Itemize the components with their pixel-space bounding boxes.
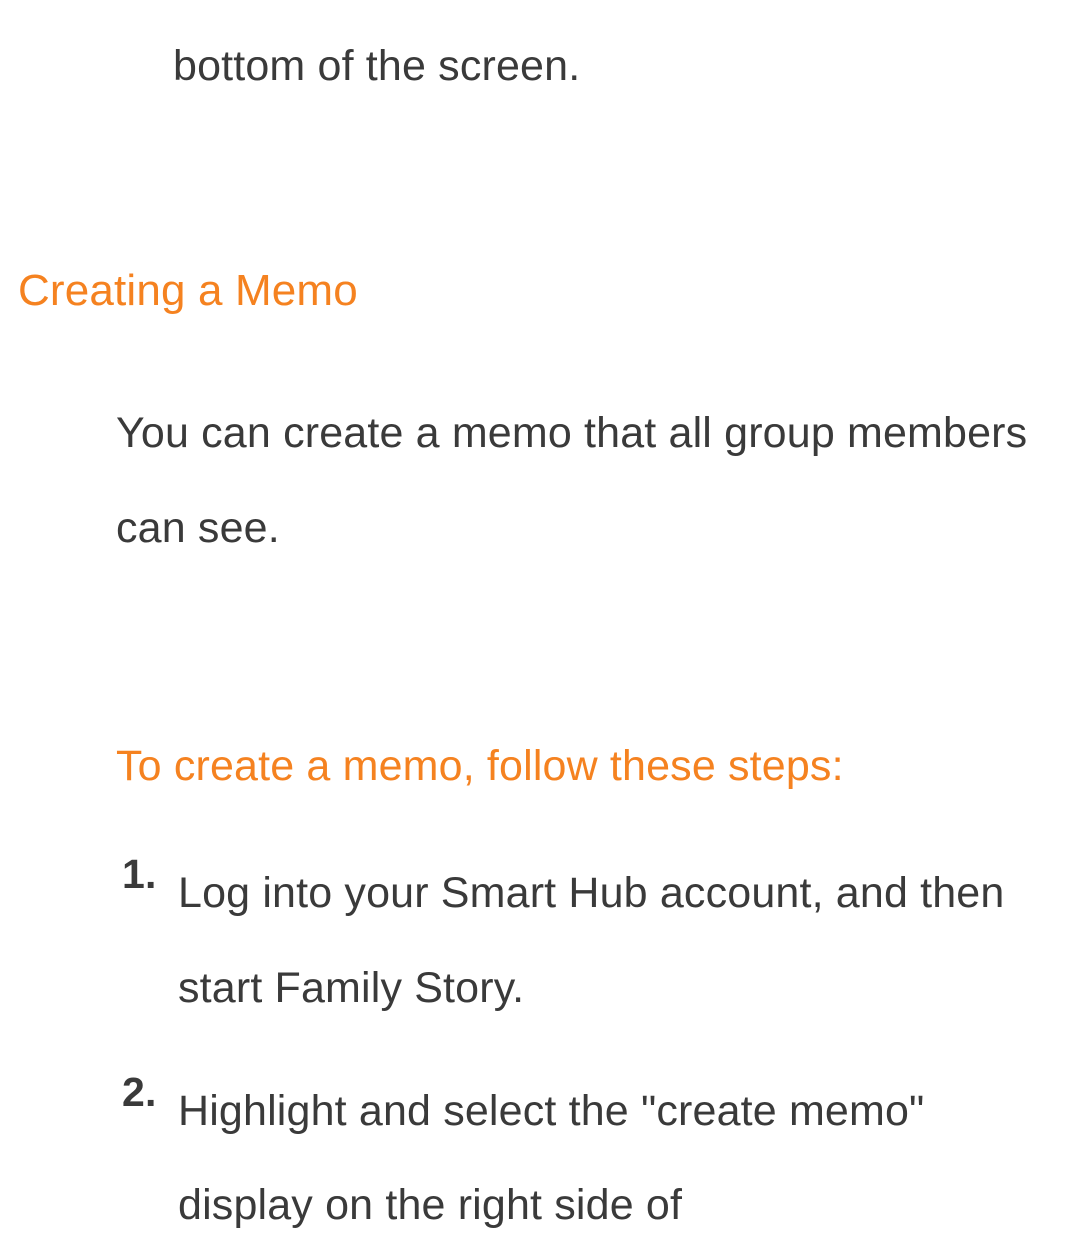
step-item: 1. Log into your Smart Hub account, and … [122,846,1040,1035]
step-number: 1. [122,846,164,903]
steps-list: 1. Log into your Smart Hub account, and … [122,846,1040,1252]
step-text: Log into your Smart Hub account, and the… [178,846,1040,1035]
step-item: 2. Highlight and select the "create memo… [122,1064,1040,1253]
section-subheading: To create a memo, follow these steps: [116,742,1080,791]
fragment-line: bottom of the screen. [173,36,1080,96]
step-text: Highlight and select the "create memo" d… [178,1064,1040,1253]
section-intro: You can create a memo that all group mem… [116,386,1040,575]
section-heading: Creating a Memo [18,266,1080,316]
step-number: 2. [122,1064,164,1121]
